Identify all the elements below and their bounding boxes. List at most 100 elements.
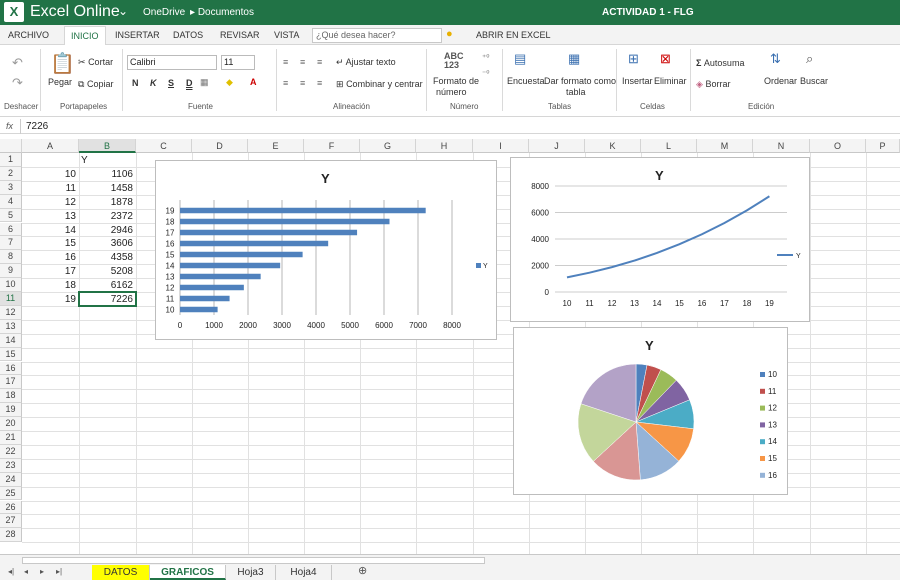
row-header-11[interactable]: 11 <box>0 292 22 306</box>
breadcrumb-documentos[interactable]: ▸ Documentos <box>190 7 254 18</box>
tab-vista[interactable]: VISTA <box>274 30 299 40</box>
paste-icon[interactable]: 📋 <box>50 51 75 76</box>
column-header-d[interactable]: D <box>192 139 248 153</box>
column-header-h[interactable]: H <box>416 139 473 153</box>
format-as-table-line2[interactable]: tabla <box>566 87 586 97</box>
excel-logo-icon[interactable]: X <box>4 2 24 22</box>
row-header-8[interactable]: 8 <box>0 250 22 265</box>
next-sheet-icon[interactable]: ▸ <box>40 567 44 576</box>
row-header-7[interactable]: 7 <box>0 236 22 251</box>
row-header-1[interactable]: 1 <box>0 153 22 167</box>
line-chart[interactable]: Y 0 2000 4000 6000 8000 10 11 12 13 14 15 16 17 18 19 Y <box>510 157 810 322</box>
row-header-17[interactable]: 17 <box>0 375 22 390</box>
prev-sheet-icon[interactable]: ◂ <box>24 567 28 576</box>
column-header-l[interactable]: L <box>641 139 697 153</box>
row-header-15[interactable]: 15 <box>0 347 22 362</box>
row-header-13[interactable]: 13 <box>0 319 22 334</box>
cell-a5[interactable]: 13 <box>22 210 76 223</box>
sort-icon[interactable]: ⇅ <box>770 51 781 67</box>
cell-b3[interactable]: 1458 <box>79 182 133 195</box>
cell-b8[interactable]: 4358 <box>79 251 133 264</box>
align-left-icon[interactable]: ≡ <box>283 78 288 88</box>
row-header-14[interactable]: 14 <box>0 333 22 348</box>
cell-a6[interactable]: 14 <box>22 224 76 237</box>
find-button[interactable]: Buscar <box>800 76 828 86</box>
bar-chart[interactable]: Y 0 1000 2000 3000 4000 5000 6000 7000 8000 10 11 1… <box>155 160 497 340</box>
sheet-tab-hoja4[interactable]: Hoja4 <box>276 565 332 580</box>
breadcrumb-onedrive[interactable]: OneDrive <box>143 7 185 18</box>
row-header-6[interactable]: 6 <box>0 222 22 237</box>
fx-icon[interactable]: fx <box>6 121 13 131</box>
merge-center-button[interactable]: ⊞ Combinar y centrar <box>336 79 423 90</box>
row-header-24[interactable]: 24 <box>0 472 22 487</box>
cell-a11[interactable]: 19 <box>22 293 76 306</box>
first-sheet-icon[interactable]: ◂| <box>8 567 14 576</box>
tell-me-input[interactable]: ¿Qué desea hacer? <box>312 28 442 43</box>
cell-a9[interactable]: 17 <box>22 265 76 278</box>
tab-archivo[interactable]: ARCHIVO <box>8 30 49 40</box>
row-header-21[interactable]: 21 <box>0 431 22 445</box>
row-header-28[interactable]: 28 <box>0 528 22 543</box>
number-format-button-line1[interactable]: Formato de <box>433 76 479 86</box>
double-underline-button[interactable]: D <box>186 78 193 88</box>
tab-inicio[interactable]: INICIO <box>64 26 106 46</box>
underline-button[interactable]: S <box>168 78 174 88</box>
row-header-23[interactable]: 23 <box>0 458 22 473</box>
wrap-text-button[interactable]: ↵ Ajustar texto <box>336 57 396 68</box>
row-header-16[interactable]: 16 <box>0 361 22 376</box>
row-header-19[interactable]: 19 <box>0 403 22 418</box>
tab-revisar[interactable]: REVISAR <box>220 30 260 40</box>
clear-button[interactable]: ◈ Borrar <box>696 79 730 90</box>
fill-color-icon[interactable]: ◆ <box>226 77 233 88</box>
sheet-tab-graficos[interactable]: GRAFICOS <box>150 565 226 580</box>
cell-a3[interactable]: 11 <box>22 182 76 195</box>
cell-b5[interactable]: 2372 <box>79 210 133 223</box>
sort-button[interactable]: Ordenar <box>764 76 797 86</box>
row-header-10[interactable]: 10 <box>0 278 22 292</box>
format-as-table-line1[interactable]: Dar formato como <box>544 76 616 86</box>
cell-a10[interactable]: 18 <box>22 279 76 292</box>
open-in-excel-button[interactable]: ABRIR EN EXCEL <box>476 30 551 40</box>
insert-cells-icon[interactable]: ⊞ <box>628 51 639 67</box>
increase-decimal-icon[interactable]: ⁺⁰ <box>482 53 489 62</box>
last-sheet-icon[interactable]: ▸| <box>56 567 62 576</box>
survey-icon[interactable]: ▤ <box>514 51 526 67</box>
cut-button[interactable]: ✂ Cortar <box>78 57 113 68</box>
cell-b2[interactable]: 1106 <box>79 168 133 181</box>
decrease-decimal-icon[interactable]: ⁻⁰ <box>482 69 489 78</box>
cell-b6[interactable]: 2946 <box>79 224 133 237</box>
row-header-20[interactable]: 20 <box>0 417 22 431</box>
column-header-k[interactable]: K <box>585 139 641 153</box>
undo-icon[interactable]: ↶ <box>12 55 23 71</box>
delete-button[interactable]: Eliminar <box>654 76 687 86</box>
binoculars-icon[interactable]: ⌕ <box>806 51 813 67</box>
cell-b7[interactable]: 3606 <box>79 237 133 250</box>
app-name[interactable]: Excel Online <box>30 3 120 21</box>
row-header-22[interactable]: 22 <box>0 444 22 459</box>
sheet-tab-datos[interactable]: DATOS <box>92 565 150 580</box>
row-header-3[interactable]: 3 <box>0 180 22 195</box>
cell-a2[interactable]: 10 <box>22 168 76 181</box>
copy-button[interactable]: ⧉ Copiar <box>78 79 113 90</box>
align-bottom-icon[interactable]: ≡ <box>317 57 322 67</box>
cell-b9[interactable]: 5208 <box>79 265 133 278</box>
tab-insertar[interactable]: INSERTAR <box>115 30 160 40</box>
row-header-25[interactable]: 25 <box>0 486 22 501</box>
column-header-g[interactable]: G <box>360 139 416 153</box>
cell-b1[interactable]: Y <box>81 154 88 167</box>
delete-cells-icon[interactable]: ⊠ <box>660 51 671 67</box>
cell-a7[interactable]: 15 <box>22 237 76 250</box>
column-header-o[interactable]: O <box>810 139 866 153</box>
row-header-4[interactable]: 4 <box>0 194 22 209</box>
select-all-corner[interactable] <box>0 139 22 153</box>
align-middle-icon[interactable]: ≡ <box>300 57 305 67</box>
align-top-icon[interactable]: ≡ <box>283 57 288 67</box>
row-header-18[interactable]: 18 <box>0 389 22 404</box>
number-format-button-line2[interactable]: número <box>436 87 467 97</box>
align-center-icon[interactable]: ≡ <box>300 78 305 88</box>
autosum-button[interactable]: Σ Autosuma <box>696 58 744 68</box>
sheet-tab-hoja3[interactable]: Hoja3 <box>226 565 276 580</box>
column-header-c[interactable]: C <box>136 139 192 153</box>
row-header-27[interactable]: 27 <box>0 514 22 529</box>
column-header-n[interactable]: N <box>753 139 810 153</box>
